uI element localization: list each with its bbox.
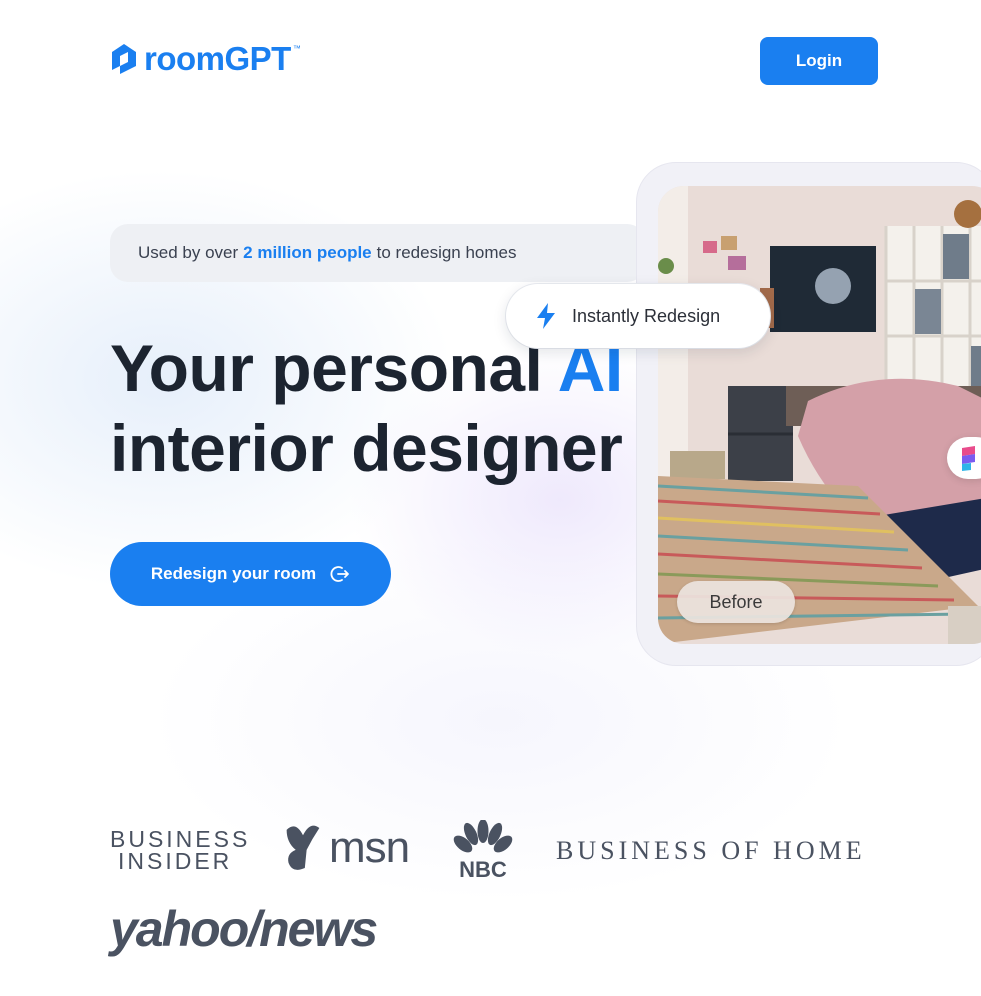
- redesign-room-label: Redesign your room: [150, 564, 317, 583]
- business-insider-line-1: BUSINESS: [110, 826, 251, 852]
- nbc-text: NBC: [459, 857, 507, 882]
- business-of-home-logo: BUSINESS OF HOME: [556, 836, 866, 865]
- trademark-mark: ™: [292, 44, 301, 53]
- house-logo-icon: [112, 44, 136, 74]
- headline-part-1: Your personal: [110, 331, 558, 405]
- yahoo-news-logo: yahoo/news: [110, 901, 378, 957]
- headline-line-2: interior designer: [110, 411, 623, 485]
- instantly-redesign-label: Instantly Redesign: [572, 305, 721, 326]
- pill-suffix: to redesign homes: [376, 243, 517, 262]
- instantly-redesign-badge: Instantly Redesign: [506, 284, 770, 348]
- msn-text: msn: [329, 823, 410, 872]
- peacock-icon: [453, 819, 513, 853]
- msn-logo: msn: [283, 820, 410, 876]
- butterfly-icon: [286, 825, 320, 870]
- hero-headline: Your personal AI interior designer: [110, 328, 623, 488]
- nbc-logo: NBC: [453, 819, 513, 883]
- before-label: Before: [677, 581, 795, 623]
- colorful-app-icon: [962, 446, 975, 471]
- logo[interactable]: roomGPT ™: [110, 40, 301, 78]
- login-button[interactable]: Login: [760, 37, 878, 85]
- lightning-icon: [537, 303, 555, 329]
- logo-text: roomGPT: [144, 40, 291, 77]
- social-proof-pill: Used by over 2 million people to redesig…: [110, 224, 645, 282]
- room-before-image: [658, 186, 981, 644]
- business-insider-logo: BUSINESS INSIDER: [110, 826, 251, 874]
- redesign-room-button[interactable]: Redesign your room: [110, 542, 391, 606]
- pill-highlight: 2 million people: [243, 243, 372, 262]
- pill-prefix: Used by over: [138, 243, 239, 262]
- app-badge: [947, 437, 981, 479]
- business-insider-line-2: INSIDER: [118, 848, 233, 874]
- arrow-right-exit-icon: [330, 566, 350, 582]
